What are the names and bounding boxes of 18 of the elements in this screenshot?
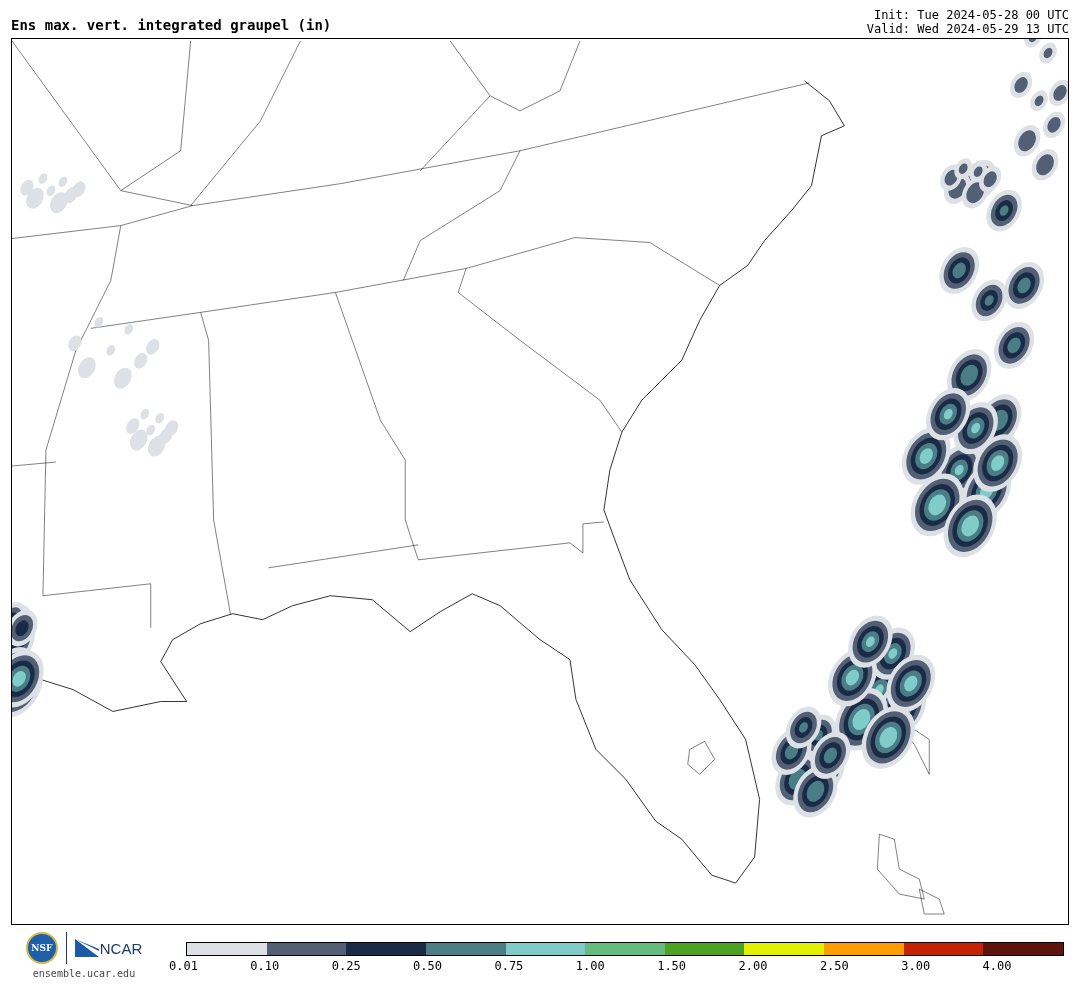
ncar-logo-text: NCAR: [99, 941, 143, 957]
scale-label: 2.50: [819, 959, 849, 973]
nsf-logo: NSF: [25, 932, 58, 964]
website-url: ensemble.ucar.edu: [32, 968, 136, 979]
scale-label: 0.75: [494, 959, 524, 973]
scale-label: 1.50: [657, 959, 687, 973]
scale-label: 0.10: [250, 959, 280, 973]
ncar-logo-icon: [74, 939, 99, 957]
scale-label: 4.00: [982, 959, 1012, 973]
init-time: Init: Tue 2024-05-28 00 UTC: [872, 8, 1069, 22]
scale-label: 0.50: [413, 959, 442, 973]
scale-label: 1.00: [575, 959, 605, 973]
scale-label: 0.01: [169, 959, 198, 973]
valid-time: Valid: Wed 2024-05-29 13 UTC: [866, 22, 1069, 36]
scale-label: 0.25: [331, 959, 361, 973]
scale-label: 2.00: [738, 959, 768, 973]
chart-title: Ens max. vert. integrated graupel (in): [11, 17, 332, 35]
scale-label: 3.00: [901, 959, 931, 973]
